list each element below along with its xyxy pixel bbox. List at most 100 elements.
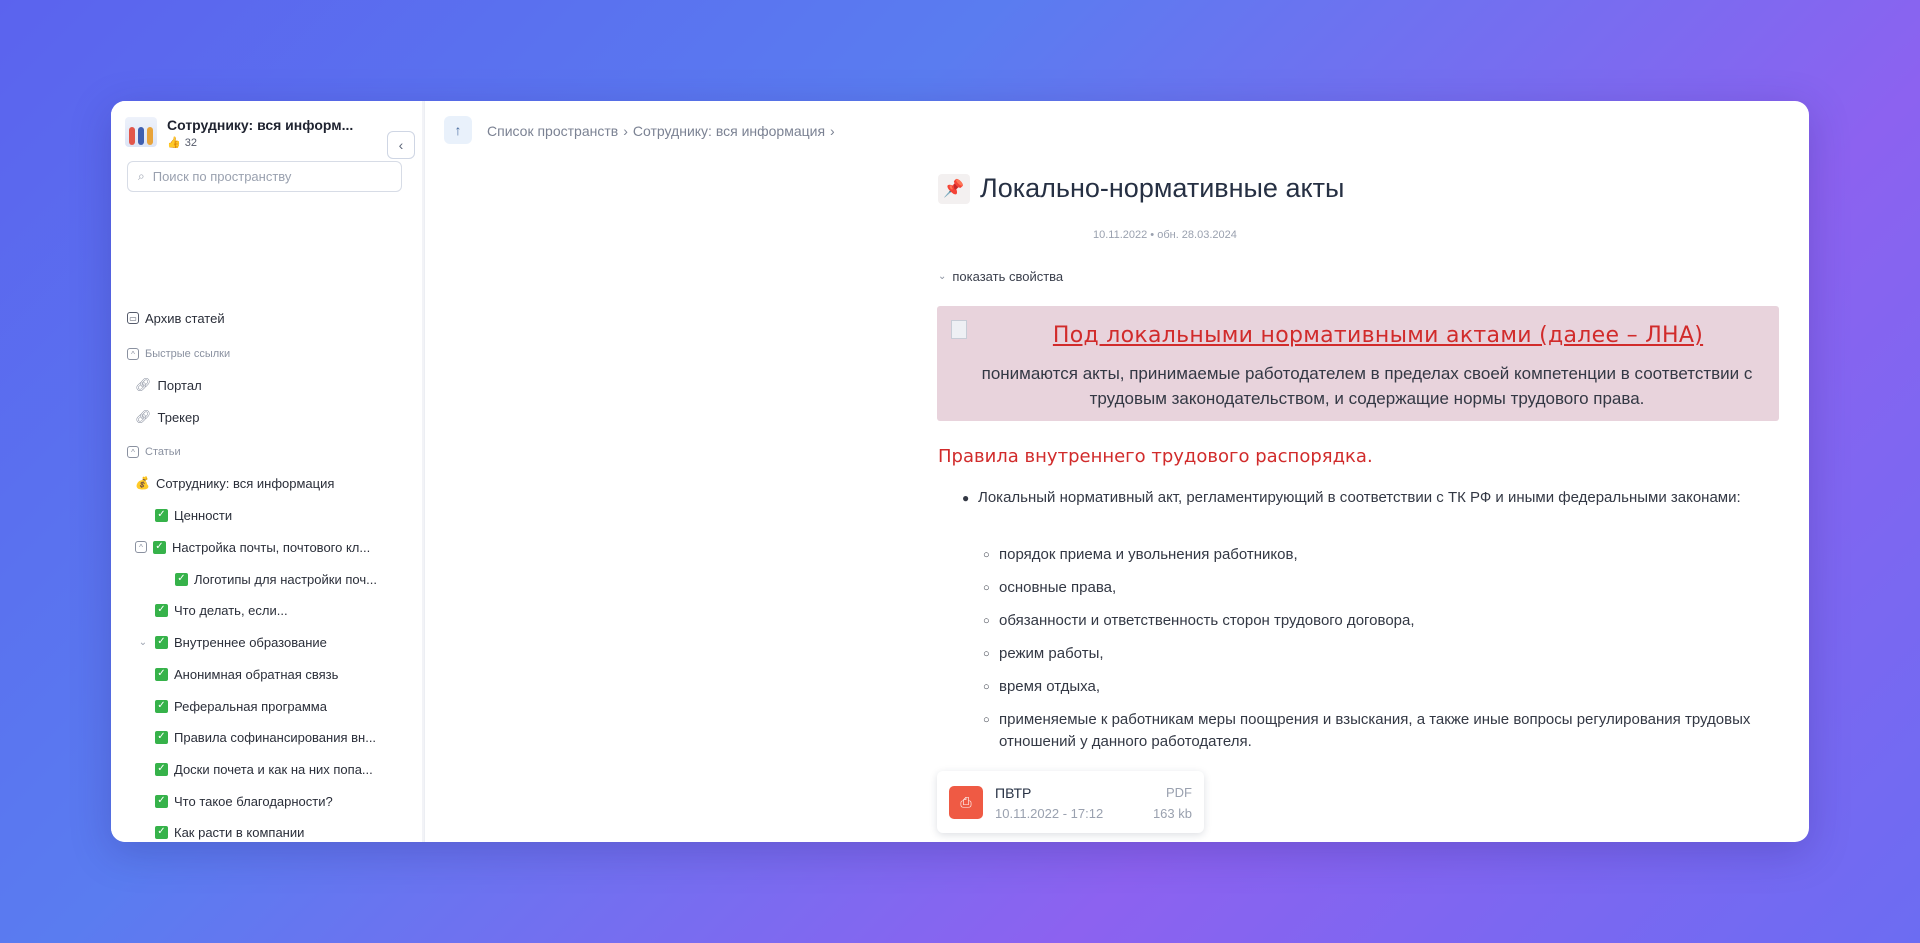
search-field[interactable]: ⌕ [127, 161, 402, 192]
archive-link[interactable]: ▭ Архив статей [127, 306, 225, 330]
article-label: Правила софинансирования вн... [174, 729, 377, 745]
articles-section[interactable]: ^ Статьи [127, 440, 181, 464]
check-icon: ✓ [155, 699, 168, 713]
article-item[interactable]: ✓ Логотипы для настройки поч... [175, 567, 377, 591]
quick-links-label: Быстрые ссылки [145, 348, 231, 360]
article-label: Ценности [174, 507, 233, 523]
space-header: Сотруднику: вся информ... 👍 32 ‹ [125, 115, 415, 159]
collapse-icon[interactable]: ^ [135, 541, 147, 553]
collapse-section-icon: ^ [127, 348, 139, 360]
circle-bullet-icon: ○ [983, 714, 990, 726]
sub-list-item: ○ порядок приема и увольнения работников… [983, 544, 1773, 566]
collapse-sidebar-button[interactable]: ‹ [387, 131, 415, 159]
list-item-text: Локальный нормативный акт, регламентирую… [978, 489, 1741, 506]
bullet-icon: ● [962, 491, 970, 505]
archive-icon: ▭ [127, 312, 139, 324]
thumbs-up-icon: 👍 [167, 137, 181, 149]
article-item[interactable]: ⌄ ✓ Внутреннее образование [137, 630, 327, 654]
article-label: Что делать, если... [174, 602, 288, 618]
search-input[interactable] [150, 168, 375, 185]
collapse-section-icon: ^ [127, 446, 139, 458]
sub-list-item: ○ обязанности и ответственность сторон т… [983, 610, 1773, 632]
list-item-text: основные права, [999, 579, 1117, 596]
check-icon: ✓ [155, 825, 168, 839]
quick-links-section[interactable]: ^ Быстрые ссылки [127, 342, 230, 366]
go-up-button[interactable]: ↑ [444, 116, 472, 144]
article-item[interactable]: ✓ Как расти в компании [155, 820, 304, 842]
circle-bullet-icon: ○ [983, 681, 990, 693]
breadcrumb-separator: › [830, 123, 835, 139]
check-icon: ✓ [155, 794, 168, 808]
circle-bullet-icon: ○ [983, 615, 990, 627]
article-label: Внутреннее образование [174, 634, 327, 650]
articles-label: Статьи [145, 446, 181, 458]
file-size: 163 kb [1152, 806, 1192, 821]
circle-bullet-icon: ○ [983, 549, 990, 561]
callout-text: понимаются акты, принимаемые работодател… [981, 364, 1753, 408]
sub-list-item: ○ применяемые к работникам меры поощрени… [983, 709, 1773, 753]
file-attachment[interactable]: ⎙ ПВТР 10.11.2022 - 17:12 PDF 163 kb [937, 771, 1204, 833]
article-item[interactable]: ✓ Правила софинансирования вн... [155, 725, 376, 749]
check-icon: ✓ [153, 540, 166, 554]
article-label: Как расти в компании [174, 824, 305, 840]
article-view: ↑ Список пространств › Сотруднику: вся инф… [425, 101, 1809, 842]
callout-block: Под локальными нормативными актами (дале… [937, 306, 1779, 421]
article-item[interactable]: ^ ✓ Настройка почты, почтового кл... [135, 535, 370, 559]
money-bag-icon: 💰 [135, 476, 150, 490]
app-window: Сотруднику: вся информ... 👍 32 ‹ ⌕ ▭ Арх… [111, 101, 1809, 842]
pushpin-icon[interactable]: 📌 [938, 173, 970, 204]
space-avatar[interactable] [125, 117, 157, 147]
article-item[interactable]: ✓ Анонимная обратная связь [155, 662, 338, 686]
quick-link-portal[interactable]: 🔗︎ Портал [135, 373, 202, 397]
article-item[interactable]: ✓ Реферальная программа [155, 694, 327, 718]
sub-list-item: ○ режим работы, [983, 643, 1773, 665]
file-name: ПВТР [995, 785, 1032, 801]
show-properties-toggle[interactable]: ⌄ показать свойства [938, 269, 1063, 284]
circle-bullet-icon: ○ [983, 582, 990, 594]
article-label: Сотруднику: вся информация [155, 475, 335, 491]
breadcrumb: Список пространств › Сотруднику: вся инфор… [487, 123, 840, 139]
space-title[interactable]: Сотруднику: вся информ... [167, 117, 353, 133]
archive-label: Архив статей [145, 310, 225, 326]
article-title: Локально-нормативные акты [980, 173, 1345, 203]
list-item-text: время отдыха, [999, 678, 1101, 695]
breadcrumb-link[interactable]: Сотруднику: вся информация [633, 123, 825, 139]
sub-list-item: ○ время отдыха, [983, 676, 1773, 698]
chevron-down-icon: ⌄ [938, 271, 947, 282]
quick-link-label: Трекер [157, 409, 200, 425]
chevron-left-icon: ‹ [398, 137, 404, 153]
check-icon: ✓ [155, 762, 168, 776]
check-icon: ✓ [155, 508, 168, 522]
list-item-text: режим работы, [999, 645, 1104, 662]
article-item[interactable]: ✓ Доски почета и как на них попа... [155, 757, 373, 781]
likes-counter[interactable]: 👍 32 [167, 136, 197, 150]
sidebar-scrollbar[interactable] [422, 101, 424, 842]
quick-link-tracker[interactable]: 🔗︎ Трекер [135, 405, 199, 429]
file-date: 10.11.2022 - 17:12 [995, 806, 1104, 821]
article-item[interactable]: ✓ Ценности [155, 503, 232, 527]
pdf-file-icon: ⎙ [949, 786, 983, 819]
article-label: Доски почета и как на них попа... [174, 761, 373, 777]
article-label: Анонимная обратная связь [174, 666, 339, 682]
article-label: Реферальная программа [174, 698, 327, 714]
background: Сотруднику: вся информ... 👍 32 ‹ ⌕ ▭ Арх… [0, 0, 1920, 943]
article-label: Настройка почты, почтового кл... [172, 539, 371, 555]
chevron-down-icon[interactable]: ⌄ [137, 637, 149, 648]
check-icon: ✓ [155, 603, 168, 617]
likes-count: 32 [184, 136, 197, 149]
article-root[interactable]: 💰 Сотруднику: вся информация [135, 471, 334, 495]
sidebar: Сотруднику: вся информ... 👍 32 ‹ ⌕ ▭ Арх… [111, 101, 425, 842]
article-label: Логотипы для настройки поч... [194, 571, 377, 587]
article-item[interactable]: ✓ Что такое благодарности? [155, 789, 333, 813]
page-title: 📌 Локально-нормативные акты [938, 173, 1344, 204]
arrow-up-icon: ↑ [454, 122, 462, 138]
article-item[interactable]: ✓ Что делать, если... [155, 598, 288, 622]
circle-bullet-icon: ○ [983, 648, 990, 660]
breadcrumb-link[interactable]: Список пространств [487, 123, 618, 139]
show-properties-label: показать свойства [952, 269, 1064, 284]
list-item: ● Локальный нормативный акт, регламентир… [962, 487, 1772, 509]
callout-title[interactable]: Под локальными нормативными актами (дале… [1047, 323, 1709, 348]
article-label: Что такое благодарности? [174, 793, 333, 809]
check-icon: ✓ [155, 667, 168, 681]
sub-list-item: ○ основные права, [983, 577, 1773, 599]
